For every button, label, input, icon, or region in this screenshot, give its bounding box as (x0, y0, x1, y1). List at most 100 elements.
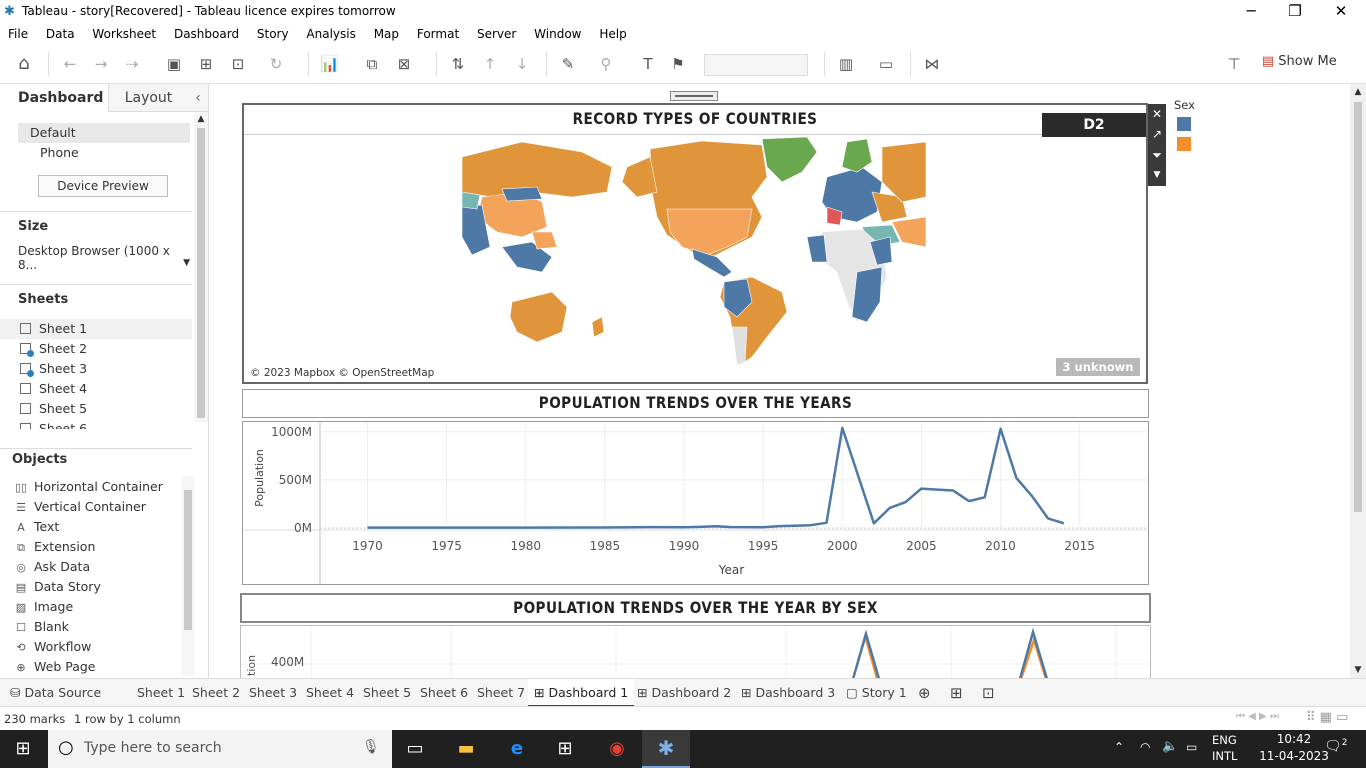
menu-story[interactable]: Story (257, 24, 289, 44)
sheet-item-2[interactable]: Sheet 2 (0, 339, 87, 359)
language-code[interactable]: ENG (1212, 733, 1237, 747)
object-web-page[interactable]: ⊕ Web Page (14, 659, 95, 674)
tab-layout[interactable]: Layout (108, 84, 188, 112)
unknown-locations-indicator[interactable]: 3 unknown (1056, 358, 1140, 376)
menu-window[interactable]: Window (534, 24, 581, 44)
battery-icon[interactable]: ▭ (1186, 740, 1197, 754)
new-worksheet-icon[interactable]: 📊 (318, 52, 342, 76)
object-vertical-container[interactable]: ☰ Vertical Container (14, 499, 146, 514)
network-icon[interactable]: ◠ (1140, 740, 1150, 754)
map-panel[interactable]: RECORD TYPES OF COUNTRIES D2 © 2023 Mapb… (242, 103, 1148, 384)
chrome-icon[interactable]: ◉ (604, 736, 630, 762)
legend-swatch-2[interactable] (1177, 137, 1191, 151)
refresh-icon[interactable]: ↻ (264, 52, 288, 76)
show-me-button[interactable]: ▤ Show Me (1262, 54, 1337, 69)
canvas-vertical-scrollbar[interactable]: ▲ ▼ (1350, 84, 1366, 678)
sheet-item-1[interactable]: Sheet 1 (0, 319, 192, 339)
highlight-icon[interactable]: ✎ (556, 52, 580, 76)
device-preview-button[interactable]: Device Preview (38, 175, 168, 197)
menu-file[interactable]: File (8, 24, 28, 44)
panel-scrollbar-thumb[interactable] (197, 128, 205, 418)
sheet-item-5[interactable]: Sheet 5 (0, 399, 87, 419)
labels-icon[interactable]: ▥ (834, 52, 858, 76)
object-text[interactable]: A Text (14, 519, 59, 534)
close-button[interactable]: ✕ (1318, 0, 1364, 24)
size-dropdown[interactable]: Desktop Browser (1000 x 8... ▼ (18, 244, 190, 272)
object-ask-data[interactable]: ◎ Ask Data (14, 559, 90, 574)
redo-icon[interactable]: → (89, 52, 113, 76)
group-icon[interactable]: ⚲ (594, 52, 618, 76)
device-default[interactable]: Default (18, 123, 190, 143)
tab-dashboard-1[interactable]: ⊞ Dashboard 1 (528, 679, 635, 707)
view-mode-icon[interactable]: ⠿ ▦ ▭ (1306, 710, 1348, 725)
tab-sheet-4[interactable]: Sheet 4 (300, 679, 360, 707)
menu-server[interactable]: Server (477, 24, 516, 44)
task-view-icon[interactable]: ▭ (402, 736, 428, 762)
pin-icon[interactable]: ⚑ (666, 52, 690, 76)
swap-icon[interactable]: ⇅ (446, 52, 470, 76)
new-data-source-icon[interactable]: ⊞ (194, 52, 218, 76)
population-trend-chart[interactable]: 1970 1975 1980 1985 1990 1995 2000 2005 2010 2015… (242, 421, 1149, 585)
tab-sheet-1[interactable]: Sheet 1 (131, 679, 191, 707)
tab-dashboard-2[interactable]: ⊞ Dashboard 2 (631, 679, 737, 707)
population-by-sex-line-chart[interactable] (241, 626, 1151, 678)
edge-browser-icon[interactable]: e (504, 736, 530, 762)
scroll-up-icon[interactable]: ▲ (1350, 84, 1366, 100)
volume-icon[interactable]: 🔈 (1162, 739, 1178, 754)
new-worksheet-tab-icon[interactable]: ⊕ (912, 679, 937, 707)
sheet-navigation-icon[interactable]: ⏮ ◀ ▶ ⏭ (1236, 711, 1279, 722)
world-map[interactable] (462, 137, 926, 367)
new-dashboard-tab-icon[interactable]: ⊞ (944, 679, 969, 707)
population-by-sex-chart[interactable]: 400M tion (240, 625, 1151, 678)
menu-data[interactable]: Data (46, 24, 75, 44)
menu-dashboard[interactable]: Dashboard (174, 24, 239, 44)
clock-time[interactable]: 10:42 (1264, 732, 1324, 746)
scroll-up-icon[interactable]: ▲ (194, 112, 208, 126)
tab-sheet-6[interactable]: Sheet 6 (414, 679, 474, 707)
objects-scrollbar-thumb[interactable] (184, 490, 192, 630)
collapse-panel-icon[interactable]: ‹ (188, 84, 208, 112)
scroll-down-icon[interactable]: ▼ (1350, 662, 1366, 678)
object-workflow[interactable]: ⟲ Workflow (14, 639, 91, 654)
population-series-line[interactable] (367, 426, 1065, 529)
presentation-mode-icon[interactable]: ▭ (874, 52, 898, 76)
more-options-icon[interactable]: ▼ (1148, 166, 1166, 184)
object-blank[interactable]: ☐ Blank (14, 619, 69, 634)
sort-descending-icon[interactable]: ↓ (510, 52, 534, 76)
object-horizontal-container[interactable]: ▯▯ Horizontal Container (14, 479, 163, 494)
device-phone[interactable]: Phone (40, 145, 79, 160)
object-extension[interactable]: ⧉ Extension (14, 539, 95, 555)
sheet-item-4[interactable]: Sheet 4 (0, 379, 87, 399)
menu-analysis[interactable]: Analysis (306, 24, 355, 44)
undo-icon[interactable]: ← (58, 52, 82, 76)
drag-handle[interactable] (670, 91, 718, 101)
object-data-story[interactable]: ▤ Data Story (14, 579, 101, 594)
menu-format[interactable]: Format (417, 24, 459, 44)
notifications-icon[interactable]: 🗨2 (1324, 738, 1348, 755)
replay-icon[interactable]: ⇢ (120, 52, 144, 76)
fit-dropdown[interactable] (704, 54, 808, 76)
menu-map[interactable]: Map (374, 24, 399, 44)
object-image[interactable]: ▨ Image (14, 599, 73, 614)
taskbar-search-box[interactable]: ○ Type here to search 🎙 (48, 730, 392, 768)
clock-date[interactable]: 11-04-2023 (1256, 749, 1332, 763)
sheet-item-6[interactable]: Sheet 6 (0, 419, 87, 429)
format-painter-icon[interactable]: ⊤ (1222, 52, 1246, 76)
clear-sheet-icon[interactable]: ⊠ (392, 52, 416, 76)
share-icon[interactable]: ⋈ (920, 52, 944, 76)
microphone-icon[interactable]: 🎙 (362, 739, 380, 755)
tab-sheet-7[interactable]: Sheet 7 (471, 679, 531, 707)
new-story-tab-icon[interactable]: ⊡ (976, 679, 1001, 707)
legend-swatch-1[interactable] (1177, 117, 1191, 131)
tab-sheet-3[interactable]: Sheet 3 (243, 679, 303, 707)
population-line-chart[interactable]: 1970 1975 1980 1985 1990 1995 2000 2005 2010 2015… (243, 422, 1148, 584)
sort-ascending-icon[interactable]: ↑ (478, 52, 502, 76)
tab-data-source[interactable]: ⛁ Data Source (4, 679, 107, 707)
keyboard-layout[interactable]: INTL (1212, 749, 1237, 763)
pause-updates-icon[interactable]: ⊡ (226, 52, 250, 76)
canvas-scroll-thumb[interactable] (1354, 102, 1362, 512)
duplicate-icon[interactable]: ⧉ (360, 52, 384, 76)
minimize-button[interactable]: ─ (1228, 0, 1274, 24)
remove-icon[interactable]: ✕ (1148, 104, 1166, 124)
tableau-taskbar-button[interactable]: ✱ (642, 730, 690, 768)
